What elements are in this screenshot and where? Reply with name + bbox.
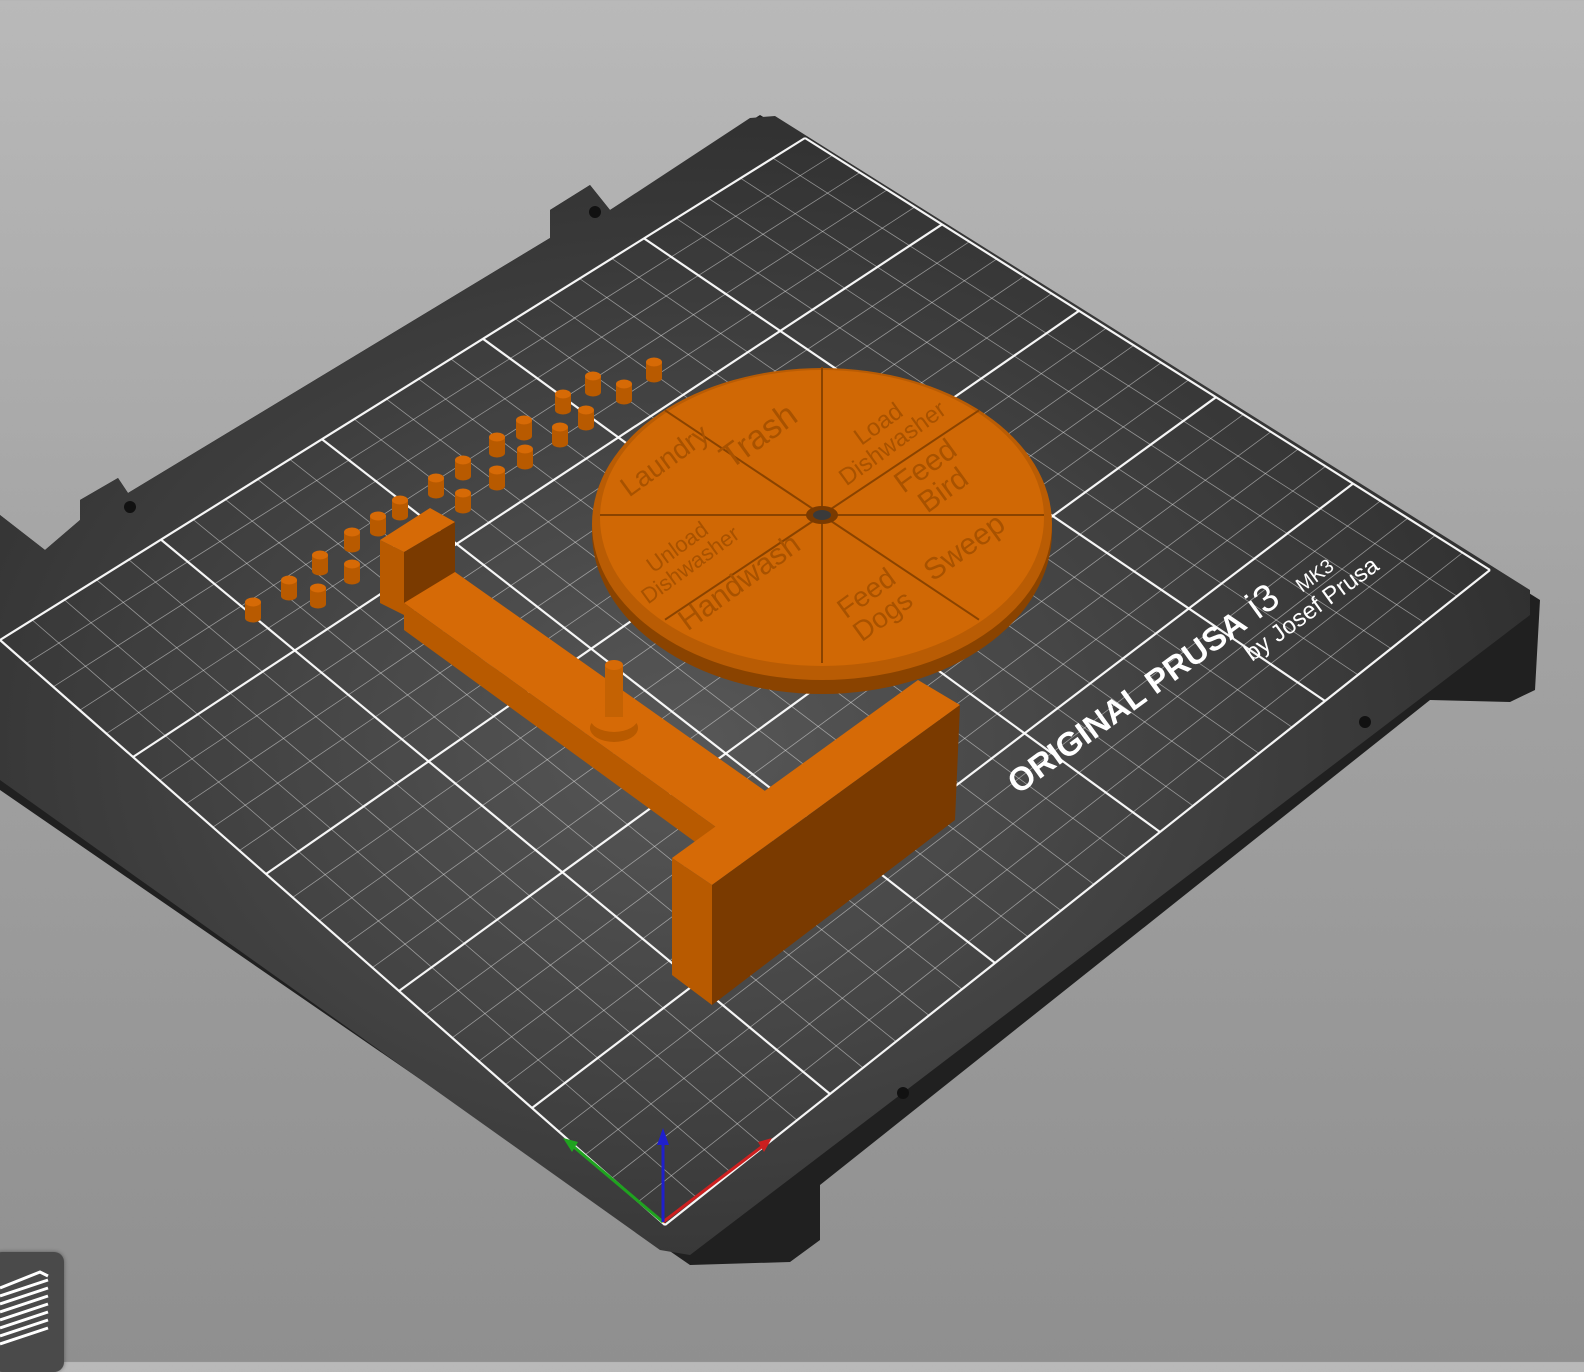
small-peg[interactable] <box>552 422 568 448</box>
small-peg-top <box>312 550 328 560</box>
chore-wheel[interactable]: Trash LoadDishwasherFeedBirdSweepFeedDogs… <box>592 367 1052 694</box>
small-peg-top <box>517 444 533 454</box>
small-peg-bottom <box>344 543 360 553</box>
3d-viewport[interactable]: ORIGINAL PRUSA i3 MK3 by Josef Prusa Tra… <box>0 0 1584 1362</box>
small-peg-top <box>281 575 297 585</box>
bed-mount-hole <box>589 206 601 218</box>
scene-canvas[interactable]: ORIGINAL PRUSA i3 MK3 by Josef Prusa Tra… <box>0 0 1584 1362</box>
small-peg[interactable] <box>392 495 408 521</box>
small-peg[interactable] <box>428 473 444 499</box>
bed-mount-hole <box>124 501 136 513</box>
small-peg-bottom <box>616 395 632 405</box>
small-peg[interactable] <box>489 432 505 458</box>
small-peg[interactable] <box>616 379 632 405</box>
small-peg-bottom <box>312 566 328 576</box>
small-peg[interactable] <box>555 389 571 415</box>
small-peg-bottom <box>517 460 533 470</box>
small-peg-bottom <box>552 438 568 448</box>
bed-mount-hole <box>897 1087 909 1099</box>
layers-button[interactable] <box>0 1252 64 1372</box>
small-peg-bottom <box>489 481 505 491</box>
small-peg-bottom <box>455 504 471 514</box>
small-peg-bottom <box>281 591 297 601</box>
small-peg[interactable] <box>578 405 594 431</box>
small-peg-top <box>344 559 360 569</box>
small-peg[interactable] <box>516 415 532 441</box>
small-peg-bottom <box>646 373 662 383</box>
small-peg-bottom <box>310 599 326 609</box>
arm-peg-shaft <box>605 665 623 717</box>
small-peg-top <box>344 527 360 537</box>
small-peg[interactable] <box>517 444 533 470</box>
small-peg-top <box>489 432 505 442</box>
small-peg-top <box>646 357 662 367</box>
small-peg-bottom <box>245 613 261 623</box>
small-peg-bottom <box>489 448 505 458</box>
small-peg-bottom <box>516 431 532 441</box>
small-peg-top <box>310 583 326 593</box>
small-peg[interactable] <box>312 550 328 576</box>
small-peg-bottom <box>455 471 471 481</box>
layers-stack-icon <box>0 1270 49 1346</box>
small-peg[interactable] <box>310 583 326 609</box>
small-peg[interactable] <box>455 488 471 514</box>
bed-mount-hole <box>1359 716 1371 728</box>
small-peg[interactable] <box>281 575 297 601</box>
small-peg-bottom <box>392 511 408 521</box>
small-peg-top <box>370 511 386 521</box>
small-peg[interactable] <box>344 559 360 585</box>
small-peg-top <box>392 495 408 505</box>
small-peg-top <box>245 597 261 607</box>
small-peg-bottom <box>555 405 571 415</box>
small-peg-bottom <box>428 489 444 499</box>
small-peg-bottom <box>578 421 594 431</box>
small-peg-bottom <box>344 575 360 585</box>
small-peg[interactable] <box>489 465 505 491</box>
small-peg[interactable] <box>646 357 662 383</box>
small-peg-top <box>616 379 632 389</box>
small-peg-top <box>578 405 594 415</box>
small-peg-bottom <box>370 527 386 537</box>
small-peg-top <box>585 371 601 381</box>
small-peg[interactable] <box>370 511 386 537</box>
small-peg[interactable] <box>344 527 360 553</box>
small-peg[interactable] <box>245 597 261 623</box>
small-peg[interactable] <box>455 455 471 481</box>
arm-peg-top <box>605 660 623 670</box>
stand-post-front <box>380 540 404 615</box>
small-peg[interactable] <box>585 371 601 397</box>
small-peg-top <box>552 422 568 432</box>
small-peg-top <box>489 465 505 475</box>
small-peg-top <box>455 488 471 498</box>
small-peg-bottom <box>585 387 601 397</box>
small-peg-top <box>516 415 532 425</box>
small-peg-top <box>428 473 444 483</box>
small-peg-top <box>555 389 571 399</box>
chore-wheel-hole <box>813 510 831 520</box>
small-peg-top <box>455 455 471 465</box>
